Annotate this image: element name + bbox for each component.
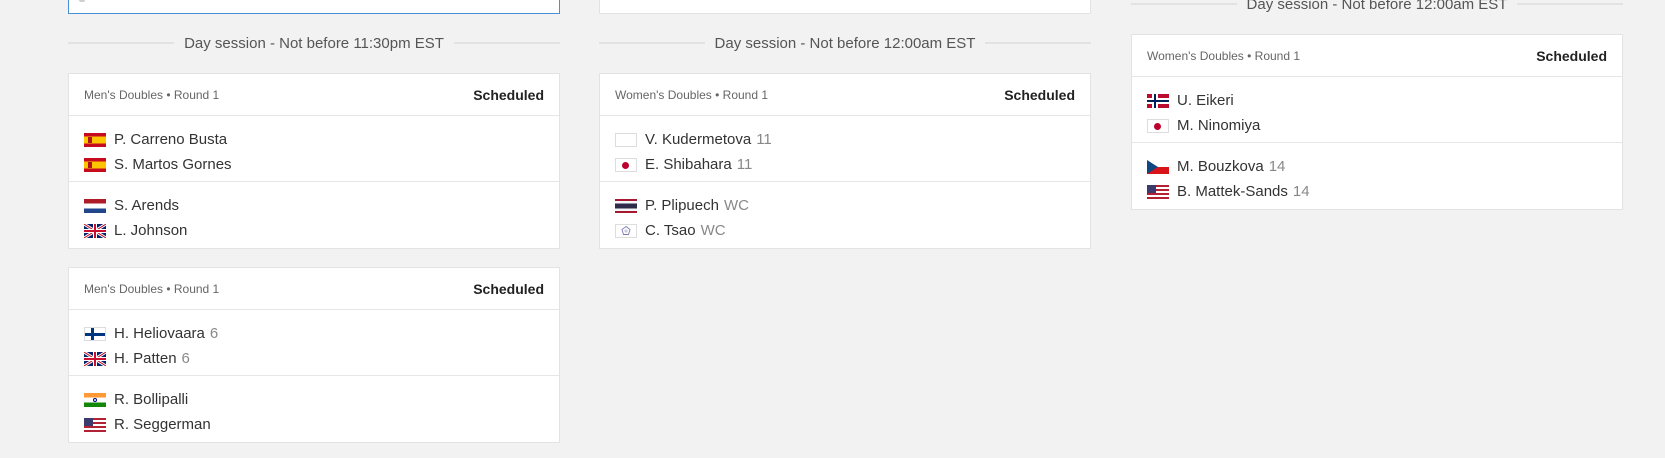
previous-match-card[interactable]: [68, 0, 560, 14]
match-card[interactable]: Men's Doubles • Round 1 Scheduled H. Hel…: [68, 267, 560, 443]
player-seed: 6: [209, 325, 219, 342]
match-card[interactable]: Women's Doubles • Round 1 Scheduled U. E…: [1131, 34, 1623, 210]
player-entry[interactable]: L. Johnson: [84, 218, 544, 243]
player-entry[interactable]: B. Mattek-Sands 14: [1147, 179, 1607, 204]
match-status: Scheduled: [1004, 86, 1075, 103]
japan-flag-icon: [1147, 118, 1169, 133]
player-name: H. Patten: [114, 350, 177, 367]
player-entry[interactable]: C. Tsao WC: [615, 218, 1075, 243]
session-label: Day session - Not before 12:00am EST: [1246, 0, 1508, 13]
player-entry[interactable]: R. Bollipalli: [84, 387, 544, 412]
player-name: S. Martos Gornes: [114, 156, 232, 173]
team-row: U. Eikeri M. Ninomiya: [1132, 77, 1622, 143]
player-seed: WC: [700, 222, 726, 239]
player-name: R. Seggerman: [114, 416, 211, 433]
player-seed: 11: [756, 131, 772, 148]
match-round: Women's Doubles • Round 1: [1147, 48, 1301, 63]
blank-flag-icon: [615, 132, 637, 147]
player-entry[interactable]: V. Kudermetova 11: [615, 127, 1075, 152]
chinese-taipei-flag-icon: [615, 223, 637, 238]
india-flag-icon: [84, 392, 106, 407]
player-entry[interactable]: P. Plipuech WC: [615, 193, 1075, 218]
session-label: Day session - Not before 12:00am EST: [714, 34, 976, 52]
player-entry[interactable]: U. Eikeri: [1147, 88, 1607, 113]
team-row: R. Bollipalli R. Seggerman: [69, 376, 559, 442]
player-name: P. Plipuech: [645, 197, 719, 214]
player-name: H. Heliovaara: [114, 325, 205, 342]
player-seed: 11: [736, 156, 753, 173]
session-divider: Day session - Not before 12:00am EST: [1131, 0, 1623, 14]
player-entry[interactable]: S. Martos Gornes: [84, 152, 544, 177]
match-card[interactable]: Men's Doubles • Round 1 Scheduled P. Car…: [68, 73, 560, 249]
player-name: P. Carreno Busta: [114, 131, 228, 148]
netherlands-flag-icon: [84, 198, 106, 213]
player-name: E. Shibahara: [645, 156, 732, 173]
team-row: H. Heliovaara 6 H. Patten 6: [69, 310, 559, 376]
uk-flag-icon: [84, 223, 106, 238]
match-round: Men's Doubles • Round 1: [84, 281, 220, 296]
player-name: M. Ninomiya: [1177, 117, 1261, 134]
player-entry[interactable]: M. Ninomiya: [1147, 113, 1607, 138]
player-seed: 14: [1292, 183, 1310, 200]
player-name: R. Bollipalli: [114, 391, 189, 408]
finland-flag-icon: [84, 326, 106, 341]
player-name: C. Tsao: [645, 222, 696, 239]
player-entry[interactable]: H. Heliovaara 6: [84, 321, 544, 346]
player-name: V. Kudermetova: [645, 131, 752, 148]
player-name: S. Arends: [114, 197, 180, 214]
match-round: Women's Doubles • Round 1: [615, 87, 769, 102]
player-name: M. Bouzkova: [1177, 158, 1264, 175]
uk-flag-icon: [84, 351, 106, 366]
player-entry[interactable]: P. Carreno Busta: [84, 127, 544, 152]
team-row: V. Kudermetova 11 E. Shibahara 11: [600, 116, 1090, 182]
previous-match-card[interactable]: [599, 0, 1091, 14]
player-seed: 14: [1268, 158, 1286, 175]
match-status: Scheduled: [473, 280, 544, 297]
match-status: Scheduled: [473, 86, 544, 103]
session-divider: Day session - Not before 11:30pm EST: [68, 33, 560, 53]
player-entry[interactable]: R. Seggerman: [84, 412, 544, 437]
usa-flag-icon: [1147, 184, 1169, 199]
usa-flag-icon: [84, 417, 106, 432]
match-status: Scheduled: [1536, 47, 1607, 64]
match-card[interactable]: Women's Doubles • Round 1 Scheduled V. K…: [599, 73, 1091, 249]
team-row: P. Carreno Busta S. Martos Gornes: [69, 116, 559, 182]
player-seed: 6: [181, 350, 190, 367]
team-row: S. Arends L. Johnson: [69, 182, 559, 248]
japan-flag-icon: [615, 157, 637, 172]
czech-flag-icon: [1147, 159, 1169, 174]
spain-flag-icon: [84, 157, 106, 172]
team-row: P. Plipuech WC C. Tsao WC: [600, 182, 1090, 248]
thailand-flag-icon: [615, 198, 637, 213]
player-seed: WC: [723, 197, 749, 214]
player-entry[interactable]: E. Shibahara 11: [615, 152, 1075, 177]
player-entry[interactable]: H. Patten 6: [84, 346, 544, 371]
player-name: U. Eikeri: [1177, 92, 1234, 109]
session-divider: Day session - Not before 12:00am EST: [599, 33, 1091, 53]
session-label: Day session - Not before 11:30pm EST: [184, 34, 444, 52]
match-round: Men's Doubles • Round 1: [84, 87, 220, 102]
player-name: L. Johnson: [114, 222, 188, 239]
player-name: B. Mattek-Sands: [1177, 183, 1288, 200]
player-entry[interactable]: M. Bouzkova 14: [1147, 154, 1607, 179]
player-entry[interactable]: S. Arends: [84, 193, 544, 218]
spain-flag-icon: [84, 132, 106, 147]
team-row: M. Bouzkova 14 B. Mattek-Sands 14: [1132, 143, 1622, 209]
norway-flag-icon: [1147, 93, 1169, 108]
